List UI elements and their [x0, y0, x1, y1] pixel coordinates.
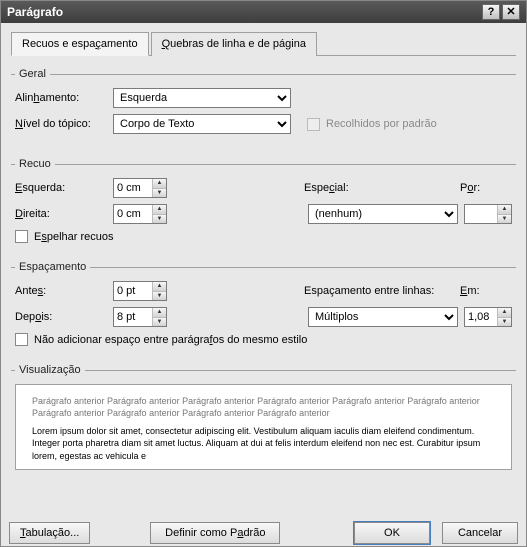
legend-spacing: Espaçamento [15, 261, 90, 273]
button-tabs[interactable]: Tabulação... [9, 522, 90, 544]
input-after[interactable] [114, 308, 152, 326]
spin-buttons[interactable]: ▲▼ [497, 308, 511, 326]
spinner-before[interactable]: ▲▼ [113, 281, 167, 301]
label-line-spacing: Espaçamento entre linhas: [304, 285, 460, 297]
dialog-window: Parágrafo ? ✕ Recuos e espaçamento Quebr… [0, 0, 527, 547]
checkbox-mirror-indents-row[interactable]: Espelhar recuos [15, 230, 512, 243]
select-outline-level[interactable]: Corpo de Texto [113, 114, 291, 134]
titlebar: Parágrafo ? ✕ [1, 1, 526, 23]
spinner-after[interactable]: ▲▼ [113, 307, 167, 327]
spin-buttons[interactable]: ▲▼ [152, 205, 166, 223]
spinner-indent-left[interactable]: ▲▼ [113, 178, 167, 198]
close-icon[interactable]: ✕ [502, 4, 520, 20]
label-special: Especial: [304, 182, 460, 194]
button-cancel[interactable]: Cancelar [442, 522, 518, 544]
spin-buttons[interactable]: ▲▼ [497, 205, 511, 223]
input-indent-right[interactable] [114, 205, 152, 223]
tab-indent-spacing[interactable]: Recuos e espaçamento [11, 32, 149, 56]
window-title: Parágrafo [7, 5, 63, 19]
legend-indent: Recuo [15, 158, 55, 170]
spinner-at[interactable]: ▲▼ [464, 307, 512, 327]
checkbox-no-space-same-style-row[interactable]: Não adicionar espaço entre parágrafos do… [15, 333, 512, 346]
spin-buttons[interactable]: ▲▼ [152, 282, 166, 300]
input-before[interactable] [114, 282, 152, 300]
label-mirror-indents: Espelhar recuos [34, 231, 114, 243]
checkbox-collapsed-default [307, 118, 320, 131]
button-set-default[interactable]: Definir como Padrão [150, 522, 280, 544]
tab-strip: Recuos e espaçamento Quebras de linha e … [11, 31, 516, 56]
button-ok[interactable]: OK [354, 522, 430, 544]
select-line-spacing[interactable]: Múltiplos [308, 307, 458, 327]
label-outline-level: Nível do tópico: [15, 118, 113, 130]
dialog-footer: Tabulação... Definir como Padrão OK Canc… [1, 518, 526, 546]
preview-prev-text: Parágrafo anterior Parágrafo anterior Pa… [32, 395, 495, 419]
label-at: Em: [460, 285, 512, 297]
input-indent-left[interactable] [114, 179, 152, 197]
select-special[interactable]: (nenhum) [308, 204, 458, 224]
checkbox-no-space-same-style[interactable] [15, 333, 28, 346]
preview-box: Parágrafo anterior Parágrafo anterior Pa… [15, 384, 512, 470]
spin-buttons[interactable]: ▲▼ [152, 308, 166, 326]
legend-general: Geral [15, 68, 50, 80]
label-after: Depois: [15, 311, 113, 323]
group-general: Geral Alinhamento: Esquerda Nível do tóp… [11, 68, 516, 142]
label-indent-left: Esquerda: [15, 182, 113, 194]
input-by[interactable] [465, 205, 497, 223]
label-indent-right: Direita: [15, 208, 113, 220]
label-no-space-same-style: Não adicionar espaço entre parágrafos do… [34, 334, 307, 346]
label-alignment: Alinhamento: [15, 92, 113, 104]
label-by: Por: [460, 182, 512, 194]
label-before: Antes: [15, 285, 113, 297]
select-alignment[interactable]: Esquerda [113, 88, 291, 108]
help-icon[interactable]: ? [482, 4, 500, 20]
legend-preview: Visualização [15, 364, 85, 376]
input-at[interactable] [465, 308, 497, 326]
label-collapsed-default: Recolhidos por padrão [326, 118, 437, 130]
spinner-indent-right[interactable]: ▲▼ [113, 204, 167, 224]
group-preview: Visualização Parágrafo anterior Parágraf… [11, 364, 516, 472]
preview-sample-text: Lorem ipsum dolor sit amet, consectetur … [32, 425, 495, 461]
spinner-by[interactable]: ▲▼ [464, 204, 512, 224]
spin-buttons[interactable]: ▲▼ [152, 179, 166, 197]
tab-line-page-breaks[interactable]: Quebras de linha e de página [151, 32, 317, 56]
group-spacing: Espaçamento Antes: ▲▼ Espaçamento entre … [11, 261, 516, 348]
checkbox-mirror-indents[interactable] [15, 230, 28, 243]
group-indent: Recuo Esquerda: ▲▼ Especial: Por: [11, 158, 516, 245]
